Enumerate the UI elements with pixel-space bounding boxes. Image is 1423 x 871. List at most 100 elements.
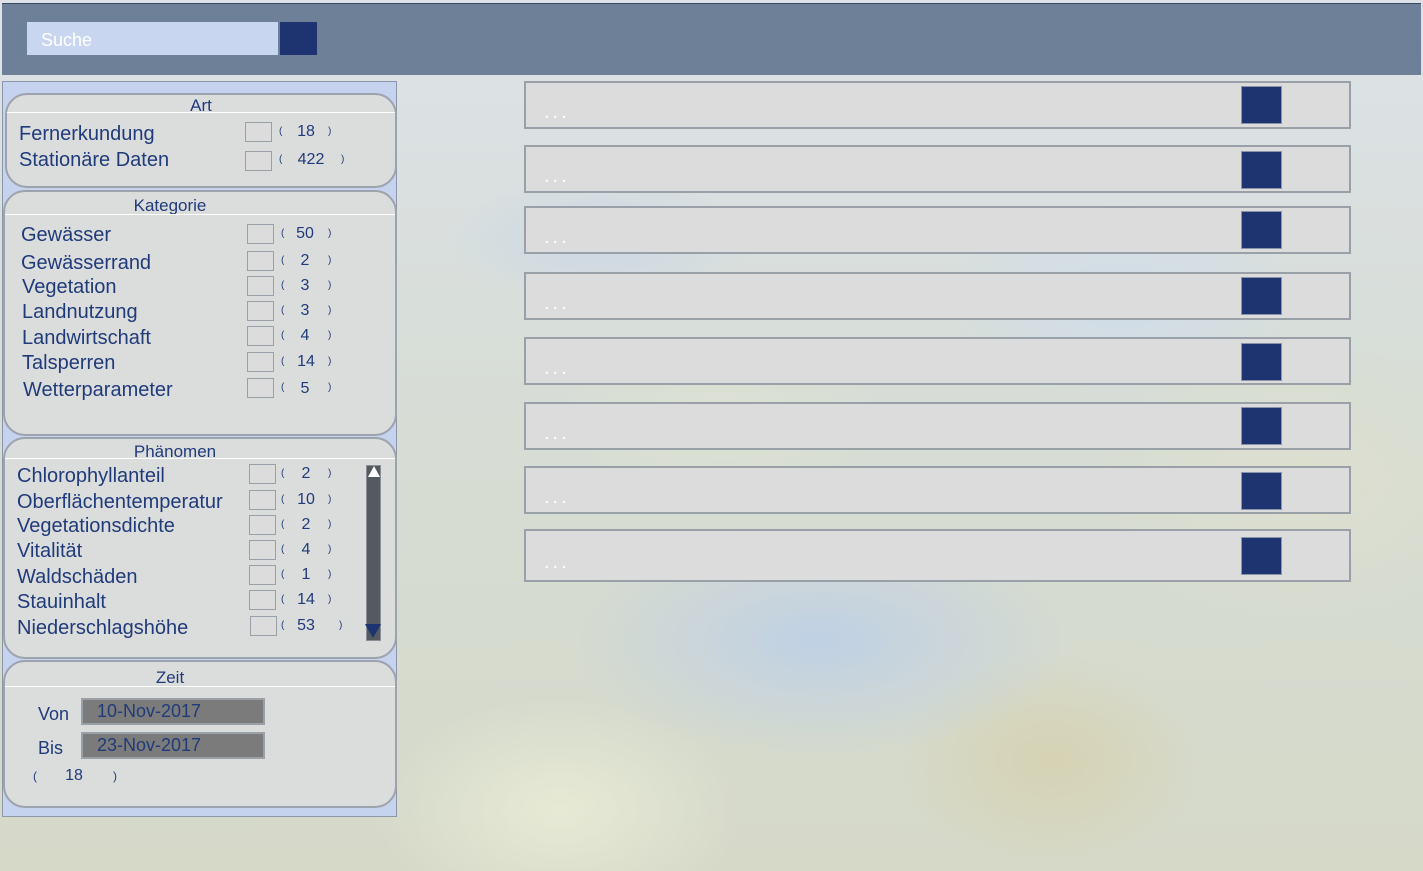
phaenomen-item-label: Waldschäden [17,566,138,588]
kategorie-title: Kategorie [133,196,207,215]
kategorie-item-label: Gewässer [21,224,112,246]
phaenomen-item-count: 14 [297,591,315,608]
kategorie-item-label: Talsperren [22,352,116,374]
phaenomen-item-label: Niederschlagshöhe [17,617,189,639]
bracket-close: ) [339,620,343,631]
phaenomen-item-label: Vegetationsdichte [17,515,175,537]
phaenomen-item-checkbox[interactable] [249,490,276,510]
bracket-close: ) [341,154,345,165]
bracket-close: ) [328,494,332,505]
kategorie-item-count: 50 [296,225,314,242]
result-text: ... [544,165,570,187]
kategorie-item-checkbox[interactable] [247,251,274,271]
scroll-down-arrow-icon[interactable] [365,624,381,638]
kategorie-item-checkbox[interactable] [247,276,274,296]
phaenomen-item-checkbox[interactable] [249,540,276,560]
art-title: Art [190,96,212,115]
result-item[interactable]: ... [524,206,1351,254]
result-text: ... [544,486,570,508]
kategorie-item-label: Wetterparameter [23,379,173,401]
zeit-count: 18 [65,767,83,784]
kategorie-item-count: 14 [297,353,315,370]
bracket-close: ) [328,126,332,137]
result-item[interactable]: ... [524,145,1351,193]
kategorie-item-checkbox[interactable] [247,352,274,372]
result-item[interactable]: ... [524,81,1351,129]
von-date-field[interactable]: 10-Nov-2017 [81,698,265,725]
phaenomen-item-count: 2 [301,516,311,533]
phaenomen-item-checkbox[interactable] [249,565,276,585]
kategorie-item-label: Landnutzung [22,301,138,323]
phaenomen-item-checkbox[interactable] [249,464,276,484]
divider [5,458,395,459]
divider [5,686,395,687]
divider [5,214,395,215]
bracket-close: ) [328,382,332,393]
result-action-button[interactable] [1241,343,1282,381]
bracket-close: ) [328,330,332,341]
art-item-count: 18 [297,123,315,140]
result-action-button[interactable] [1241,151,1282,189]
phaenomen-item-label: Chlorophyllanteil [17,465,165,487]
bracket-close: ) [328,594,332,605]
bracket-close: ) [328,468,332,479]
art-item-checkbox[interactable] [245,151,272,171]
phaenomen-item-label: Vitalität [17,540,83,562]
kategorie-item-checkbox[interactable] [247,326,274,346]
result-text: ... [544,226,570,248]
kategorie-item-checkbox[interactable] [247,224,274,244]
bis-date-field[interactable]: 23-Nov-2017 [81,732,265,759]
kategorie-item-checkbox[interactable] [247,301,274,321]
result-action-button[interactable] [1241,472,1282,510]
kategorie-item-checkbox[interactable] [247,378,274,398]
phaenomen-scrollbar[interactable] [365,465,381,641]
search-button[interactable] [280,22,317,55]
bracket-close: ) [328,280,332,291]
bracket-open: ( [33,769,37,783]
result-action-button[interactable] [1241,211,1282,249]
phaenomen-item-count: 10 [297,491,315,508]
phaenomen-item-checkbox[interactable] [250,616,277,636]
phaenomen-item-label: Stauinhalt [17,591,106,613]
phaenomen-title: Phänomen [133,442,217,461]
bracket-close: ) [328,228,332,239]
art-item-checkbox[interactable] [245,122,272,142]
phaenomen-item-checkbox[interactable] [249,515,276,535]
bracket-close: ) [113,769,117,783]
phaenomen-item-count: 53 [297,617,315,634]
result-item[interactable]: ... [524,529,1351,582]
bracket-close: ) [328,255,332,266]
phaenomen-item-checkbox[interactable] [249,590,276,610]
result-item[interactable]: ... [524,466,1351,514]
search-input[interactable]: Suche [27,22,278,55]
kategorie-item-count: 3 [300,302,310,319]
divider [7,112,395,113]
kategorie-item-count: 5 [300,380,310,397]
result-text: ... [544,422,570,444]
result-action-button[interactable] [1241,86,1282,124]
scroll-up-arrow-icon[interactable] [368,466,380,477]
result-text: ... [544,551,570,573]
art-item-count: 422 [297,151,325,168]
bracket-close: ) [328,305,332,316]
result-item[interactable]: ... [524,272,1351,320]
art-item-label: Stationäre Daten [19,149,170,171]
bracket-close: ) [328,356,332,367]
result-action-button[interactable] [1241,407,1282,445]
top-bar: Suche [2,3,1421,75]
art-item-label: Fernerkundung [19,123,155,145]
result-action-button[interactable] [1241,277,1282,315]
bracket-close: ) [328,569,332,580]
bracket-close: ) [328,519,332,530]
von-label: Von [38,704,70,724]
result-text: ... [544,357,570,379]
bis-label: Bis [38,738,64,758]
result-text: ... [544,292,570,314]
result-action-button[interactable] [1241,537,1282,575]
zeit-title: Zeit [155,668,185,687]
result-item[interactable]: ... [524,402,1351,450]
result-item[interactable]: ... [524,337,1351,385]
kategorie-item-count: 4 [300,327,310,344]
kategorie-item-count: 3 [300,277,310,294]
phaenomen-item-label: Oberflächentemperatur [17,491,223,513]
